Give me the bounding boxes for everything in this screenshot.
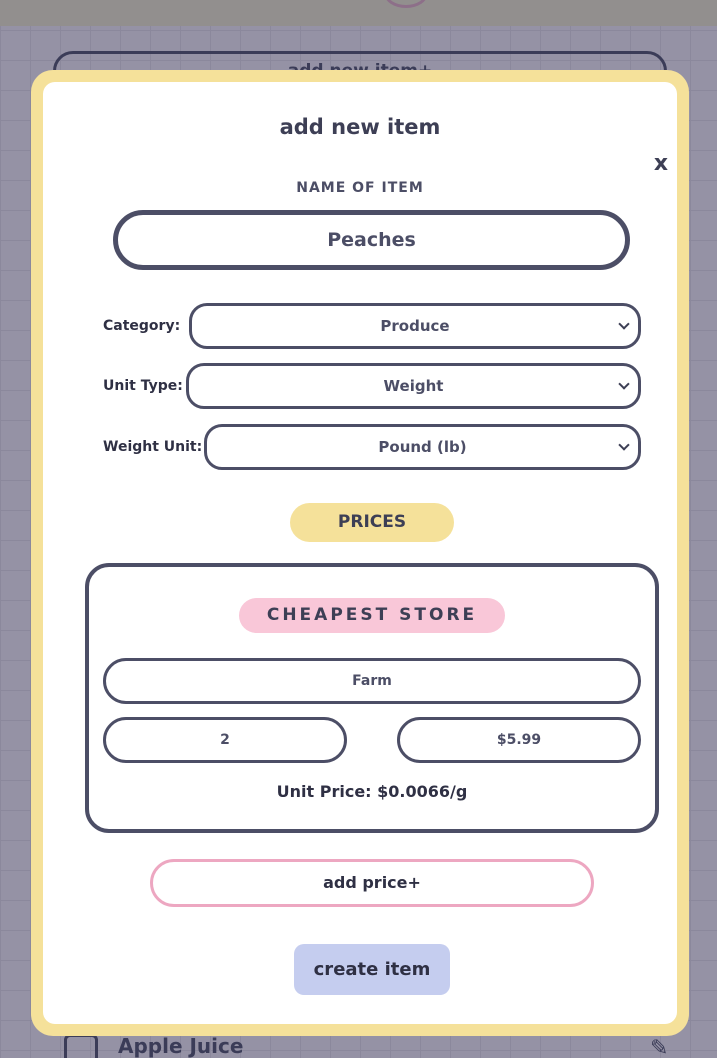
cheapest-store-badge: CHEAPEST STORE — [239, 598, 505, 633]
add-item-modal: add new item x NAME OF ITEM Category: Pr… — [31, 70, 689, 1036]
unit-type-row: Unit Type: Weight — [103, 363, 641, 409]
quantity-input[interactable]: 2 — [103, 717, 347, 763]
unit-type-select[interactable]: Weight — [186, 363, 641, 409]
category-row: Category: Produce — [103, 303, 641, 349]
price-input[interactable]: $5.99 — [397, 717, 641, 763]
store-name-input[interactable]: Farm — [103, 658, 641, 704]
add-price-button[interactable]: add price+ — [150, 859, 594, 907]
category-label: Category: — [103, 318, 181, 334]
category-select-value: Produce — [380, 317, 450, 335]
price-card: CHEAPEST STORE Farm 2 $5.99 Unit Price: … — [85, 563, 659, 833]
unit-type-label: Unit Type: — [103, 378, 183, 394]
item-name-input[interactable] — [113, 210, 630, 270]
unit-type-select-value: Weight — [383, 377, 444, 395]
weight-unit-label: Weight Unit: — [103, 439, 203, 455]
chevron-down-icon — [618, 318, 630, 330]
create-item-button[interactable]: create item — [294, 944, 450, 995]
weight-unit-select-value: Pound (lb) — [378, 438, 467, 456]
chevron-down-icon — [618, 439, 630, 451]
weight-unit-select[interactable]: Pound (lb) — [204, 424, 641, 470]
modal-title: add new item — [279, 115, 441, 139]
close-button[interactable]: x — [649, 152, 673, 176]
unit-price-text: Unit Price: $0.0066/g — [276, 782, 468, 801]
modal-content: add new item x NAME OF ITEM Category: Pr… — [43, 82, 677, 1024]
weight-unit-row: Weight Unit: Pound (lb) — [103, 424, 641, 470]
name-of-item-label: NAME OF ITEM — [296, 180, 424, 196]
chevron-down-icon — [618, 378, 630, 390]
category-select[interactable]: Produce — [189, 303, 641, 349]
prices-heading: PRICES — [290, 503, 454, 542]
